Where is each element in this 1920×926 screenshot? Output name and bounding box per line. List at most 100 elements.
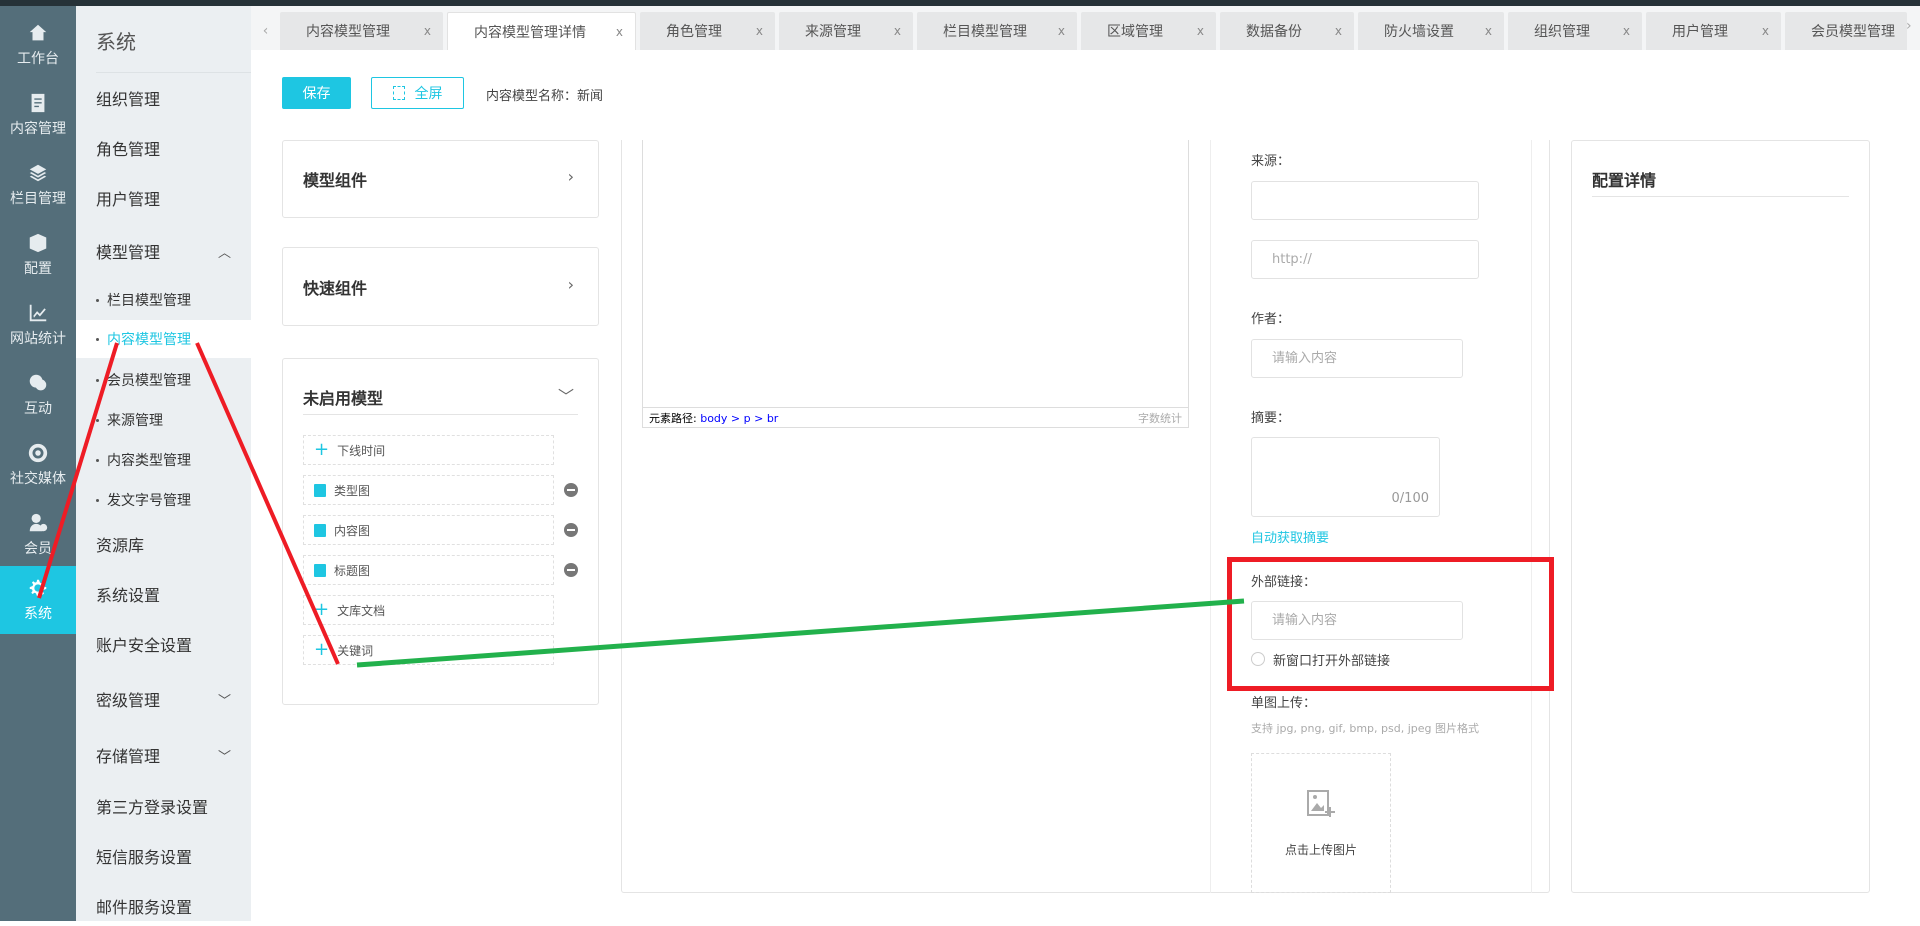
chevron-up-icon: ︿ (217, 245, 231, 261)
summary-textarea[interactable]: 0/100 (1251, 437, 1440, 517)
document-icon (31, 93, 45, 113)
tab[interactable]: 内容模型管理 x (280, 12, 443, 50)
nav-item[interactable]: 系统设置 (96, 574, 251, 614)
close-icon[interactable]: x (1197, 24, 1204, 38)
tab[interactable]: 用户管理 x (1646, 12, 1781, 50)
remove-icon[interactable] (564, 563, 578, 577)
source-url-input[interactable] (1251, 240, 1479, 279)
disabled-models-panel: 未启用模型 ﹀ + 下线时间 类型图 内容图 标题图 + 文库文档 + 关键词 (282, 358, 599, 705)
bullet-icon (96, 458, 99, 462)
chat-icon (29, 374, 47, 391)
target-icon (28, 443, 48, 463)
close-icon[interactable]: x (756, 24, 763, 38)
tab[interactable]: 角色管理 x (640, 12, 775, 50)
nav-subitem-active[interactable]: 内容模型管理 (76, 320, 251, 358)
nav-item[interactable]: 角色管理 (96, 128, 251, 168)
close-icon[interactable]: x (1335, 24, 1342, 38)
close-icon[interactable]: x (1762, 24, 1769, 38)
layers-icon (29, 164, 47, 182)
fullscreen-button[interactable]: 全屏 (371, 77, 464, 109)
image-field-icon (314, 523, 326, 537)
config-details-panel: 配置详情 (1571, 140, 1870, 893)
author-input[interactable] (1251, 339, 1463, 378)
nav-subitem[interactable]: 会员模型管理 (76, 361, 251, 399)
save-button[interactable]: 保存 (282, 77, 351, 109)
close-icon[interactable]: x (424, 24, 431, 38)
image-upload-button[interactable]: 点击上传图片 (1251, 753, 1391, 893)
close-icon[interactable]: x (894, 24, 901, 38)
tab[interactable]: 防火墙设置 x (1358, 12, 1504, 50)
close-icon[interactable]: x (1485, 24, 1492, 38)
nav-title: 系统 (96, 30, 136, 54)
close-icon[interactable]: x (1623, 24, 1630, 38)
chevron-right-icon[interactable]: › (568, 275, 574, 294)
nav-subitem[interactable]: 发文字号管理 (76, 481, 251, 519)
close-icon[interactable]: x (616, 25, 623, 39)
model-name-label: 内容模型名称：新闻 (486, 89, 604, 104)
remove-icon[interactable] (564, 523, 578, 537)
sidebar-item-workbench[interactable]: 工作台 (0, 10, 76, 80)
chevron-down-icon: ﹀ (217, 693, 231, 709)
box-icon (29, 233, 47, 253)
sidebar-item-stats[interactable]: 网站统计 (0, 290, 76, 360)
nav-item-model-management[interactable]: 模型管理 ︿ (96, 231, 251, 271)
nav-item[interactable]: 资源库 (96, 524, 251, 564)
auto-summary-link[interactable]: 自动获取摘要 (1251, 527, 1329, 546)
nav-subitem[interactable]: 栏目模型管理 (76, 281, 251, 319)
image-field-icon (314, 483, 326, 497)
bullet-icon (96, 498, 99, 502)
source-input[interactable] (1251, 181, 1479, 220)
sidebar-item-member[interactable]: 会员 (0, 500, 76, 570)
model-components-panel[interactable]: 模型组件 › (282, 140, 599, 218)
sidebar-item-interact[interactable]: 互动 (0, 360, 76, 430)
nav-item[interactable]: 短信服务设置 (96, 836, 251, 876)
remove-icon[interactable] (564, 483, 578, 497)
sidebar-item-config[interactable]: 配置 (0, 220, 76, 290)
field-item[interactable]: 标题图 (303, 555, 554, 585)
field-item[interactable]: + 下线时间 (303, 435, 554, 465)
nav-item[interactable]: 密级管理 ﹀ (96, 679, 251, 719)
nav-subitem[interactable]: 内容类型管理 (76, 441, 251, 479)
nav-item[interactable]: 组织管理 (96, 78, 251, 118)
field-item[interactable]: 内容图 (303, 515, 554, 545)
nav-item[interactable]: 用户管理 (96, 178, 251, 218)
sidebar-item-content[interactable]: 内容管理 (0, 80, 76, 150)
chevron-right-icon[interactable]: › (568, 167, 574, 186)
editor-status-bar: 元素路径: body > p > br 字数统计 (643, 407, 1188, 427)
nav-subitem[interactable]: 来源管理 (76, 401, 251, 439)
plus-icon: + (314, 439, 330, 460)
quick-components-panel[interactable]: 快速组件 › (282, 247, 599, 326)
sidebar-item-system[interactable]: 系统 (0, 566, 76, 634)
form-column: 来源： 作者： 摘要： 0/100 自动获取摘要 外部链接： 新窗口打开外部链接… (1210, 140, 1532, 893)
nav-item[interactable]: 第三方登录设置 (96, 786, 251, 826)
tab-scroll-left-icon[interactable]: ‹ (251, 12, 280, 50)
sidebar-item-columns[interactable]: 栏目管理 (0, 150, 76, 220)
tab[interactable]: 数据备份 x (1220, 12, 1354, 50)
close-icon[interactable]: x (1058, 24, 1065, 38)
annotation-highlight-box (1227, 557, 1554, 691)
nav-item[interactable]: 邮件服务设置 (96, 886, 251, 926)
plus-icon: + (314, 639, 330, 660)
tab[interactable]: 会员模型管理 (1785, 12, 1907, 50)
tab[interactable]: 栏目模型管理 x (917, 12, 1077, 50)
tab-scroll-right-icon[interactable]: › (1906, 18, 1920, 34)
icon-sidebar: 工作台 内容管理 栏目管理 配置 网站统计 互动 社交媒体 会员 系统 (0, 6, 76, 921)
secondary-nav: 系统 组织管理 角色管理 用户管理 模型管理 ︿ 栏目模型管理 内容模型管理 会员… (76, 6, 251, 921)
nav-item[interactable]: 账户安全设置 (96, 624, 251, 664)
content-form-area: 元素路径: body > p > br字数统计 来源： 作者： 摘要： 0/10… (621, 140, 1550, 893)
divider (303, 414, 578, 415)
bullet-icon (96, 298, 99, 302)
chevron-down-icon[interactable]: ﹀ (558, 383, 574, 407)
field-item[interactable]: 类型图 (303, 475, 554, 505)
tab[interactable]: 区域管理 x (1081, 12, 1216, 50)
nav-item[interactable]: 存储管理 ﹀ (96, 735, 251, 775)
tab-active[interactable]: 内容模型管理详情 x (447, 12, 636, 50)
sidebar-item-social[interactable]: 社交媒体 (0, 430, 76, 500)
tab[interactable]: 组织管理 x (1508, 12, 1642, 50)
field-item[interactable]: + 文库文档 (303, 595, 554, 625)
field-item[interactable]: + 关键词 (303, 635, 554, 665)
rich-text-editor[interactable]: 元素路径: body > p > br 字数统计 (642, 140, 1189, 428)
chart-icon (29, 304, 47, 322)
member-icon (29, 513, 48, 532)
tab[interactable]: 来源管理 x (779, 12, 913, 50)
